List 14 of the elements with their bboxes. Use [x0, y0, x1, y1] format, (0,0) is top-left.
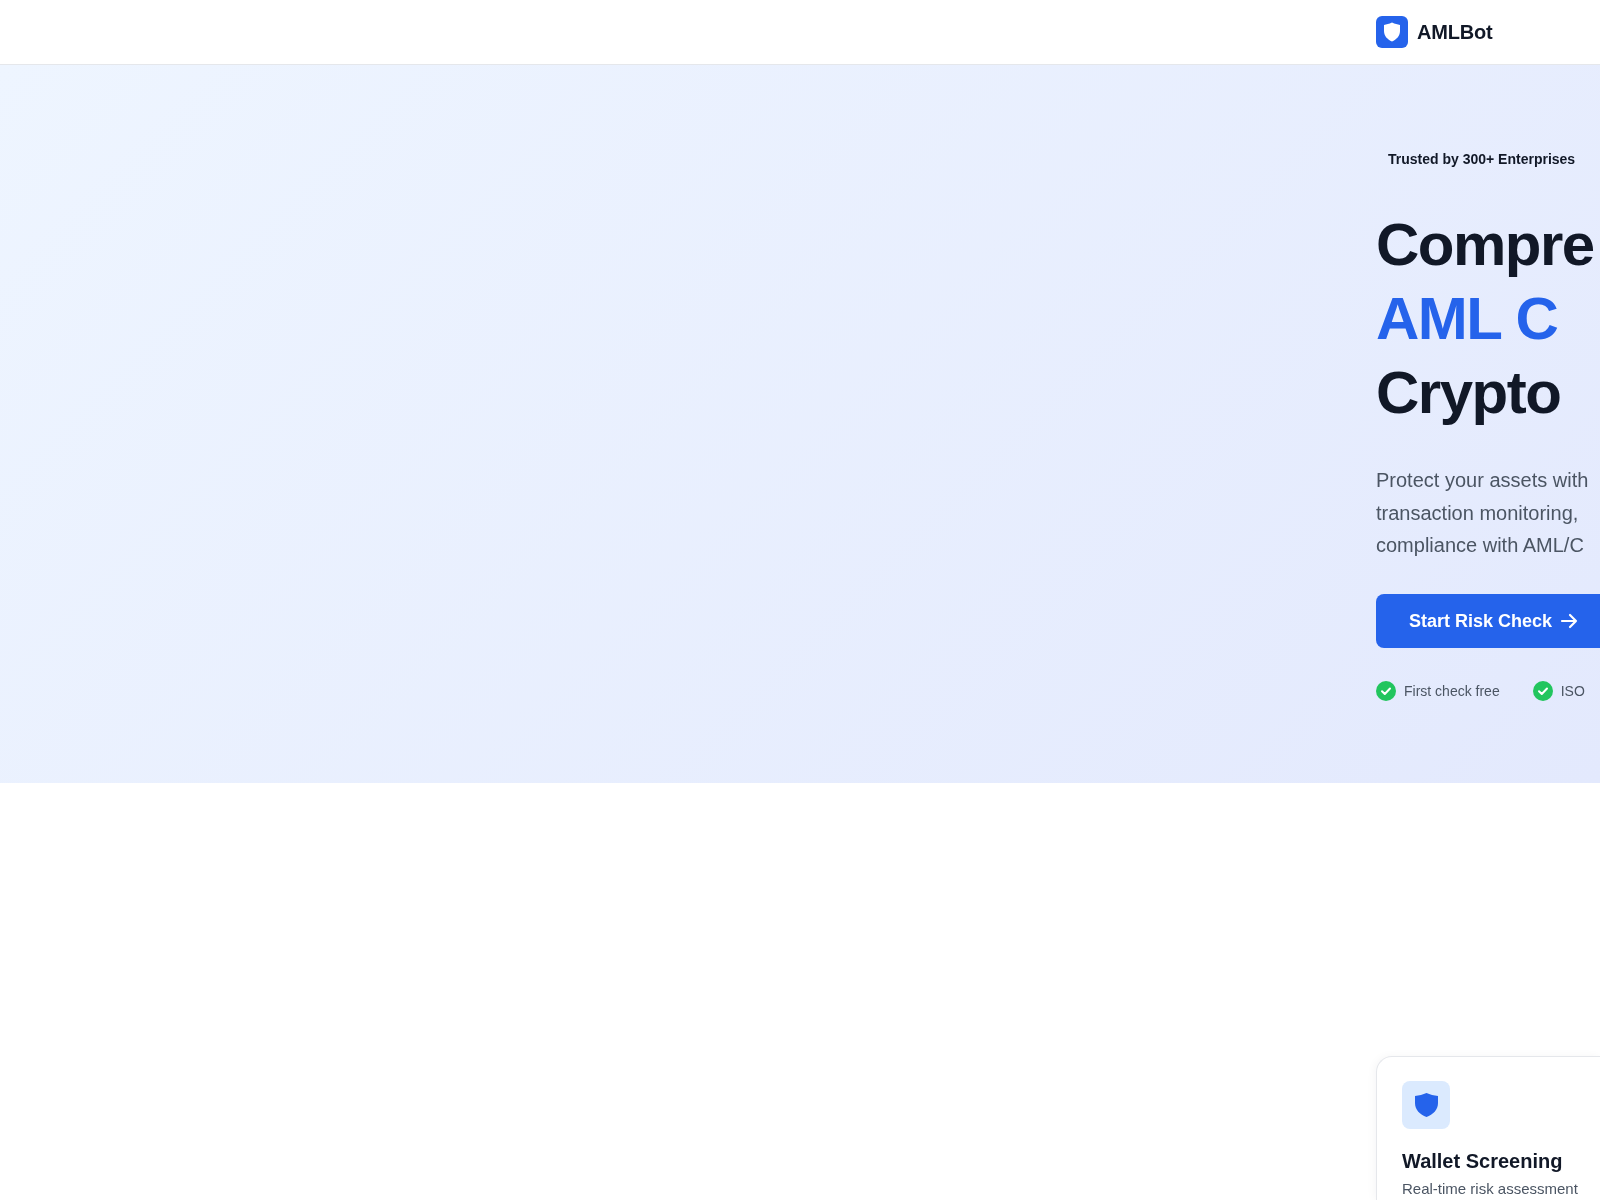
shield-icon: [1402, 1081, 1450, 1129]
start-risk-check-button[interactable]: Start Risk Check: [1376, 594, 1600, 648]
hero-description: Protect your assets with transaction monitoring, compliance with AML/C: [1376, 468, 1589, 558]
card-description: Real-time risk assessment: [1402, 1180, 1578, 1198]
trusted-by-text: Trusted by 300+ Enterprises: [1387, 150, 1576, 169]
card-title: Wallet Screening: [1402, 1149, 1563, 1174]
hero-heading: Compre AML C Crypto: [1376, 210, 1594, 428]
check-circle-icon: [1532, 681, 1553, 701]
arrow-right-icon: [1560, 612, 1579, 630]
check-circle-icon: [1376, 681, 1396, 701]
shield-logo-icon: [1376, 16, 1408, 48]
check-label: First check free: [1404, 682, 1500, 701]
check-label: ISO: [1560, 682, 1585, 701]
brand-name: AMLBot: [1417, 20, 1493, 44]
